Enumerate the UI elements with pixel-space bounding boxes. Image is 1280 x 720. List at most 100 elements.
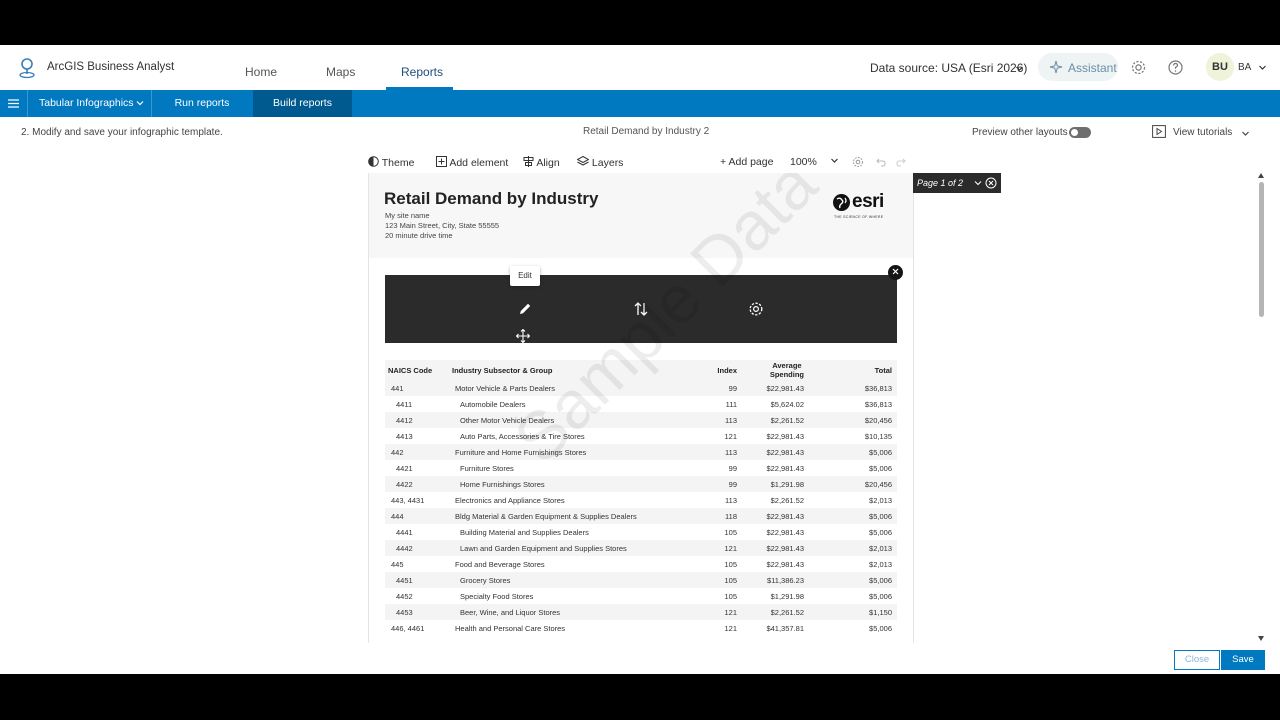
naics-code-cell: 441 (391, 384, 404, 393)
average-spending-cell: $1,291.98 (770, 480, 804, 489)
index-cell: 105 (724, 576, 737, 585)
column-header-industry: Industry Subsector & Group (452, 366, 553, 375)
report-canvas[interactable]: Retail Demand by Industry My site name 1… (368, 173, 914, 643)
total-cell: $1,150 (869, 608, 892, 617)
total-cell: $2,013 (869, 496, 892, 505)
help-icon[interactable] (1167, 59, 1184, 76)
chevron-down-icon[interactable] (1258, 63, 1267, 72)
app-title: ArcGIS Business Analyst (47, 61, 175, 73)
add-page-label: Add page (728, 156, 774, 168)
save-button[interactable]: Save (1221, 650, 1265, 670)
page-indicator[interactable]: Page 1 of 2 (913, 173, 1001, 193)
scroll-down-icon[interactable] (1258, 636, 1264, 641)
column-header-total: Total (874, 366, 892, 375)
industry-cell: Health and Personal Care Stores (455, 624, 566, 633)
industry-cell: Food and Beverage Stores (455, 560, 545, 569)
theme-button[interactable]: Theme (368, 156, 414, 169)
naics-code-cell: 4441 (396, 528, 413, 537)
industry-cell: Home Furnishings Stores (460, 480, 545, 489)
column-header-code: NAICS Code (388, 366, 433, 375)
run-reports-tab[interactable]: Run reports (152, 90, 252, 117)
scroll-up-icon[interactable] (1258, 173, 1264, 178)
menu-icon[interactable] (8, 98, 19, 109)
index-cell: 121 (724, 544, 737, 553)
average-spending-cell: $22,981.43 (766, 528, 804, 537)
align-label: Align (536, 157, 560, 169)
add-element-button[interactable]: Add element (436, 156, 508, 169)
chevron-down-icon[interactable] (974, 179, 982, 187)
close-circle-icon[interactable] (985, 177, 997, 189)
data-source-label: Data source: USA (Esri 2026) (870, 61, 1028, 75)
total-cell: $20,456 (864, 480, 892, 489)
nav-tab-maps[interactable]: Maps (326, 65, 355, 79)
layers-button[interactable]: Layers (576, 155, 623, 169)
nav-tab-reports[interactable]: Reports (401, 65, 443, 79)
toolbar-divider (27, 90, 28, 117)
build-reports-tab[interactable]: Build reports (253, 90, 352, 117)
contrast-icon (368, 156, 379, 167)
table-row: 4442 Lawn and Garden Equipment and Suppli… (385, 540, 897, 556)
table-row: 4413 Auto Parts, Accessories & Tire Store… (385, 428, 897, 444)
report-header[interactable]: Retail Demand by Industry My site name 1… (369, 173, 913, 258)
move-cursor-icon (516, 329, 530, 343)
naics-code-cell: 446, 4461 (391, 624, 425, 633)
preview-layouts-toggle[interactable] (1069, 127, 1091, 138)
selected-element-overlay[interactable] (385, 275, 897, 343)
naics-code-cell: 443, 4431 (391, 496, 425, 505)
index-cell: 121 (724, 624, 737, 633)
gear-icon[interactable] (748, 301, 764, 317)
undo-icon[interactable] (876, 157, 886, 167)
gear-icon[interactable] (1130, 59, 1147, 76)
industry-cell: Specialty Food Stores (460, 592, 534, 601)
remove-element-button[interactable] (888, 265, 903, 280)
naics-code-cell: 4421 (396, 464, 413, 473)
naics-code-cell: 4422 (396, 480, 413, 489)
average-spending-cell: $22,981.43 (766, 384, 804, 393)
chevron-down-icon[interactable] (1241, 129, 1250, 138)
pencil-icon[interactable] (518, 302, 532, 316)
index-cell: 118 (725, 512, 737, 521)
assistant-button[interactable]: Assistant (1038, 53, 1118, 81)
view-tutorials-button[interactable]: View tutorials (1173, 127, 1232, 138)
index-cell: 99 (728, 480, 737, 489)
naics-code-cell: 4442 (396, 544, 413, 553)
column-header-index: Index (717, 366, 737, 375)
index-cell: 113 (725, 448, 737, 457)
total-cell: $10,135 (864, 432, 892, 441)
table-row: 4412 Other Motor Vehicle Dealers 113 $2,261… (385, 412, 897, 428)
add-page-button[interactable]: + Add page (720, 156, 773, 168)
index-cell: 105 (724, 560, 737, 569)
report-type-dropdown[interactable]: Tabular Infographics (39, 90, 144, 117)
index-cell: 105 (724, 592, 737, 601)
table-row: 443, 4431 Electronics and Appliance Store… (385, 492, 897, 508)
naics-code-cell: 442 (391, 448, 404, 457)
theme-label: Theme (381, 157, 415, 169)
table-row: 4452 Specialty Food Stores 105 $1,291.98 $5,… (385, 588, 897, 604)
retail-demand-table[interactable]: NAICS Code Industry Subsector & Group In… (385, 360, 897, 636)
zoom-dropdown[interactable]: 100% (790, 156, 839, 168)
user-avatar[interactable]: BU (1206, 53, 1234, 81)
average-spending-cell: $1,291.98 (770, 592, 804, 601)
gear-icon[interactable] (852, 156, 864, 168)
chevron-down-icon (830, 158, 838, 163)
scrollbar-thumb[interactable] (1259, 182, 1264, 317)
average-spending-cell: $11,386.23 (767, 576, 804, 585)
table-row: 4451 Grocery Stores 105 $11,386.23 $5,006 (385, 572, 897, 588)
video-play-icon[interactable] (1152, 125, 1166, 138)
nav-tab-home[interactable]: Home (245, 65, 277, 79)
index-cell: 121 (724, 432, 737, 441)
step-instruction: 2. Modify and save your infographic temp… (21, 127, 223, 138)
table-row: 441 Motor Vehicle & Parts Dealers 99 $22,98… (385, 380, 897, 396)
align-button[interactable]: Align (523, 156, 560, 169)
redo-icon[interactable] (896, 157, 906, 167)
reorder-arrows-icon[interactable] (633, 301, 649, 317)
naics-code-cell: 4451 (396, 576, 413, 585)
close-button[interactable]: Close (1174, 650, 1220, 670)
report-title: Retail Demand by Industry (384, 189, 599, 208)
total-cell: $36,813 (864, 400, 892, 409)
industry-cell: Building Material and Supplies Dealers (460, 528, 589, 537)
average-spending-cell: $22,981.43 (766, 512, 804, 521)
layers-icon (576, 155, 590, 166)
industry-cell: Electronics and Appliance Stores (455, 496, 565, 505)
close-icon (892, 268, 899, 275)
